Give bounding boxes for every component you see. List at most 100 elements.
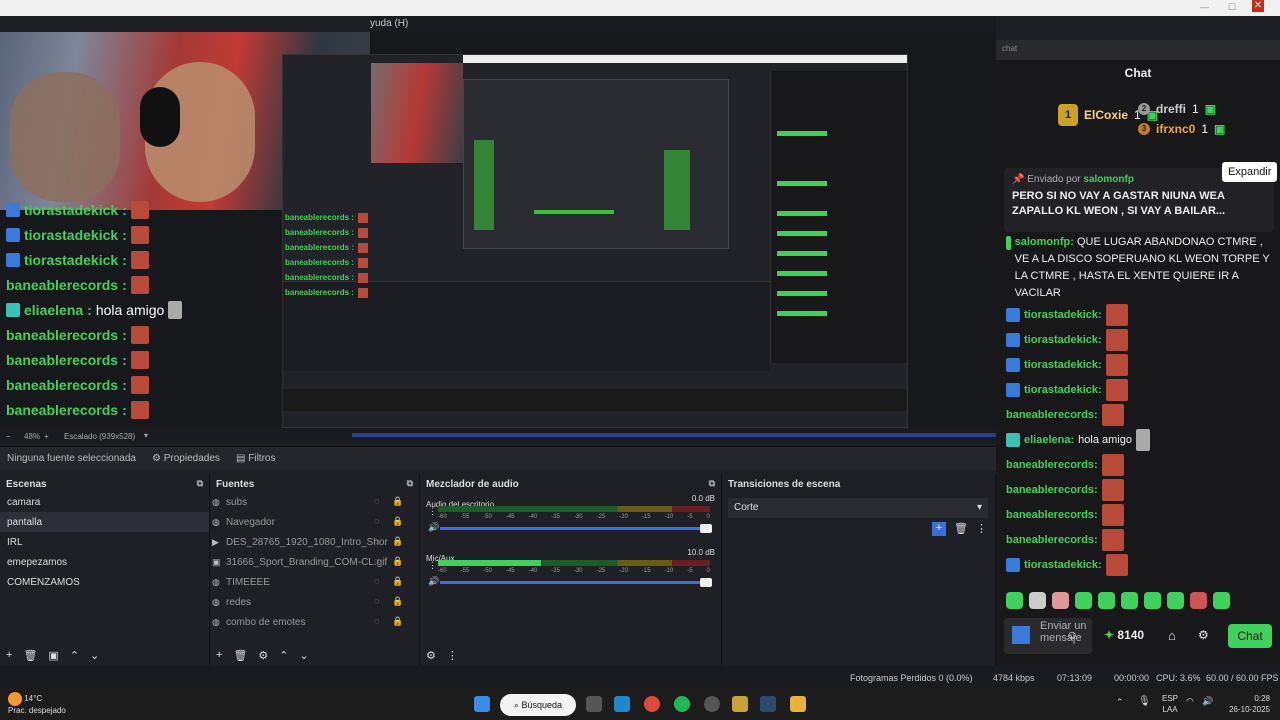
lock-icon[interactable]: 🔒	[392, 556, 403, 567]
transition-select[interactable]: Corte ▾	[728, 498, 988, 518]
filters-button[interactable]: ▤ Filtros	[236, 453, 275, 464]
wifi-icon[interactable]: ◠	[1186, 696, 1194, 707]
volume-slider[interactable]	[440, 524, 712, 533]
gear-icon[interactable]: ⚙	[258, 649, 268, 662]
clock[interactable]: 0:28 26-10-2025	[1220, 693, 1270, 715]
visibility-icon[interactable]: ◌	[374, 596, 379, 606]
kebab-icon[interactable]: ⋮	[447, 649, 458, 662]
visibility-icon[interactable]: ◌	[374, 556, 379, 566]
spotify-icon[interactable]	[674, 696, 690, 712]
visibility-icon[interactable]: ◌	[374, 576, 379, 586]
visibility-icon[interactable]: ◌	[374, 516, 379, 526]
speaker-icon[interactable]: 🔊	[428, 522, 439, 533]
scene-item[interactable]: camara	[0, 492, 209, 512]
emote-icon[interactable]	[1006, 592, 1023, 609]
gear-icon[interactable]: ⚙	[426, 649, 436, 662]
emote-icon[interactable]	[1144, 592, 1161, 609]
chrome-icon[interactable]	[644, 696, 660, 712]
speaker-icon[interactable]: 🔊	[428, 576, 439, 587]
source-item[interactable]: ▶ DES_28765_1920_1080_Intro_Shor ◌ 🔒	[210, 532, 419, 552]
trash-icon[interactable]: 🗑	[23, 649, 37, 662]
emote-icon[interactable]	[1190, 592, 1207, 609]
undock-icon[interactable]: ⧉	[197, 478, 203, 489]
obs-icon[interactable]	[704, 696, 720, 712]
filter-icon[interactable]: ▣	[48, 649, 58, 662]
chevron-down-icon[interactable]: ▾	[144, 431, 148, 440]
store-icon[interactable]: ⌂	[1168, 628, 1176, 643]
scene-item[interactable]: emepezamos	[0, 552, 209, 572]
windows-start-icon[interactable]	[474, 696, 490, 712]
volume-icon[interactable]: 🔊	[1202, 696, 1213, 707]
audio-mixer-dock: Mezclador de audio ⧉ Audio del escritorio…	[420, 474, 722, 666]
gifter-3[interactable]: 3 ifrxnc0 1 ▣	[1138, 122, 1225, 136]
volume-slider[interactable]	[440, 578, 712, 587]
edge-icon[interactable]	[614, 696, 630, 712]
scene-item[interactable]: IRL	[0, 532, 209, 552]
preview-scrollbar[interactable]	[352, 433, 996, 437]
language-indicator[interactable]: ESP LAA	[1160, 693, 1180, 715]
close-icon[interactable]: ✕	[1252, 0, 1264, 12]
minimize-icon[interactable]: —	[1200, 2, 1209, 12]
emoji-icon[interactable]: ☺	[1066, 628, 1078, 642]
chat-send-button[interactable]: Chat	[1228, 624, 1272, 648]
source-item[interactable]: ◍ subs ◌ 🔒	[210, 492, 419, 512]
zoom-minus[interactable]: −	[6, 432, 11, 441]
folder-icon[interactable]	[790, 696, 806, 712]
source-item[interactable]: ◍ TIMEEEE ◌ 🔒	[210, 572, 419, 592]
move-down-icon[interactable]: ⌄	[300, 649, 309, 662]
visibility-icon[interactable]: ◌	[374, 536, 379, 546]
source-item[interactable]: ▣ 31666_Sport_Branding_COM-CL.gif ◌ 🔒	[210, 552, 419, 572]
lock-icon[interactable]: 🔒	[392, 536, 403, 547]
emote-icon[interactable]	[1121, 592, 1138, 609]
maximize-icon[interactable]: ☐	[1228, 2, 1236, 13]
gifter-2[interactable]: 2 dreffi 1 ▣	[1138, 102, 1216, 116]
weather-widget[interactable]: 14°C Prac. despejado	[8, 692, 66, 716]
undock-icon[interactable]: ⧉	[407, 478, 413, 489]
properties-button[interactable]: ⚙ Propiedades	[152, 453, 220, 464]
task-view-icon[interactable]	[586, 696, 602, 712]
gear-icon[interactable]: ⚙	[1198, 628, 1209, 642]
emote-icon[interactable]	[1167, 592, 1184, 609]
add-icon[interactable]: +	[216, 649, 222, 661]
undock-icon[interactable]: ⧉	[709, 478, 715, 489]
channel-points[interactable]: ✦ 8140	[1104, 628, 1144, 642]
lock-icon[interactable]: 🔒	[392, 576, 403, 587]
kebab-icon[interactable]: ⋮	[428, 560, 437, 571]
mic-icon[interactable]: 🎙	[1138, 696, 1151, 707]
lock-icon[interactable]: 🔒	[392, 616, 403, 627]
source-item[interactable]: ◍ combo de emotes ◌ 🔒	[210, 612, 419, 632]
emote-icon[interactable]	[1052, 592, 1069, 609]
scene-item[interactable]: COMENZAMOS	[0, 572, 209, 592]
app-icon[interactable]	[732, 696, 748, 712]
emote-icon[interactable]	[1098, 592, 1115, 609]
visibility-icon[interactable]: ◌	[374, 616, 379, 626]
emote-icon[interactable]	[1075, 592, 1092, 609]
emote-icon[interactable]	[1029, 592, 1046, 609]
chat-input[interactable]: Enviar un mensaje	[1004, 618, 1092, 654]
trash-icon[interactable]: 🗑	[954, 522, 968, 535]
steam-icon[interactable]	[760, 696, 776, 712]
lock-icon[interactable]: 🔒	[392, 516, 403, 527]
add-icon[interactable]: +	[6, 649, 12, 661]
scale-label[interactable]: Escalado (939x528)	[64, 432, 135, 441]
kebab-icon[interactable]: ⋮	[428, 506, 437, 517]
add-icon[interactable]: +	[932, 522, 946, 536]
nested-name-row: baneablerecords :	[285, 270, 368, 285]
tray-chevron-icon[interactable]: ⌃	[1116, 697, 1124, 708]
scene-item-selected[interactable]: pantalla	[0, 512, 209, 532]
lock-icon[interactable]: 🔒	[392, 496, 403, 507]
menu-help[interactable]: yuda (H)	[370, 18, 408, 29]
source-item[interactable]: ◍ Navegador ◌ 🔒	[210, 512, 419, 532]
obs-preview[interactable]: baneablerecords : baneablerecords : bane…	[0, 32, 996, 428]
move-up-icon[interactable]: ⌃	[279, 649, 288, 662]
move-up-icon[interactable]: ⌃	[70, 649, 79, 662]
move-down-icon[interactable]: ⌄	[90, 649, 99, 662]
kebab-icon[interactable]: ⋮	[976, 522, 987, 535]
taskbar-search[interactable]: ⌕ Búsqueda	[500, 694, 576, 716]
trash-icon[interactable]: 🗑	[233, 649, 247, 662]
lock-icon[interactable]: 🔒	[392, 596, 403, 607]
emote-icon[interactable]	[1213, 592, 1230, 609]
source-item[interactable]: ◍ redes ◌ 🔒	[210, 592, 419, 612]
zoom-plus[interactable]: +	[44, 432, 49, 441]
visibility-icon[interactable]: ◌	[374, 496, 379, 506]
